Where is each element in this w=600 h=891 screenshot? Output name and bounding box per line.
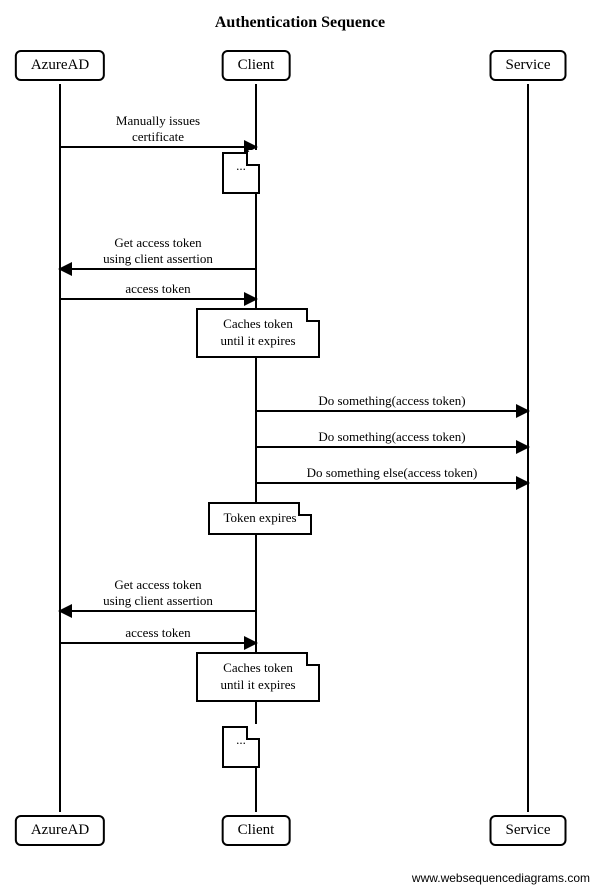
note-fold-icon [246, 726, 260, 740]
participant-client-bottom: Client [222, 815, 291, 846]
note-text: Token expires [223, 510, 296, 525]
note-text: Caches tokenuntil it expires [220, 316, 295, 348]
watermark: www.websequencediagrams.com [412, 871, 590, 885]
participant-azuread-top: AzureAD [15, 50, 105, 81]
msg-access-token-2: access token [60, 642, 256, 644]
note-ellipsis-1: ... [222, 152, 260, 194]
msg-label: Get access tokenusing client assertion [60, 577, 256, 610]
note-fold-icon [306, 308, 320, 322]
note-text: Caches tokenuntil it expires [220, 660, 295, 692]
msg-access-token-1: access token [60, 298, 256, 300]
msg-do-something-else: Do something else(access token) [256, 482, 528, 484]
msg-label: Do something(access token) [256, 429, 528, 445]
msg-do-something-1: Do something(access token) [256, 410, 528, 412]
note-text: ... [236, 158, 246, 173]
participant-client-top: Client [222, 50, 291, 81]
msg-label: Get access tokenusing client assertion [60, 235, 256, 268]
msg-get-token-1: Get access tokenusing client assertion [60, 268, 256, 270]
note-ellipsis-2: ... [222, 726, 260, 768]
note-fold-icon [306, 652, 320, 666]
msg-label: access token [60, 281, 256, 297]
note-caches-2: Caches tokenuntil it expires [196, 652, 320, 702]
participant-azuread-bottom: AzureAD [15, 815, 105, 846]
msg-manually-issues-cert: Manually issuescertificate [60, 146, 256, 148]
note-fold-icon [246, 152, 260, 166]
msg-label: Do something(access token) [256, 393, 528, 409]
msg-get-token-2: Get access tokenusing client assertion [60, 610, 256, 612]
msg-label: Manually issuescertificate [60, 113, 256, 146]
participant-service-top: Service [490, 50, 567, 81]
diagram-title: Authentication Sequence [0, 14, 600, 32]
participant-service-bottom: Service [490, 815, 567, 846]
note-token-expires: Token expires [208, 502, 312, 535]
msg-label: Do something else(access token) [256, 465, 528, 481]
msg-label: access token [60, 625, 256, 641]
note-text: ... [236, 732, 246, 747]
msg-do-something-2: Do something(access token) [256, 446, 528, 448]
note-caches-1: Caches tokenuntil it expires [196, 308, 320, 358]
lifeline-azuread [59, 84, 61, 812]
note-fold-icon [298, 502, 312, 516]
